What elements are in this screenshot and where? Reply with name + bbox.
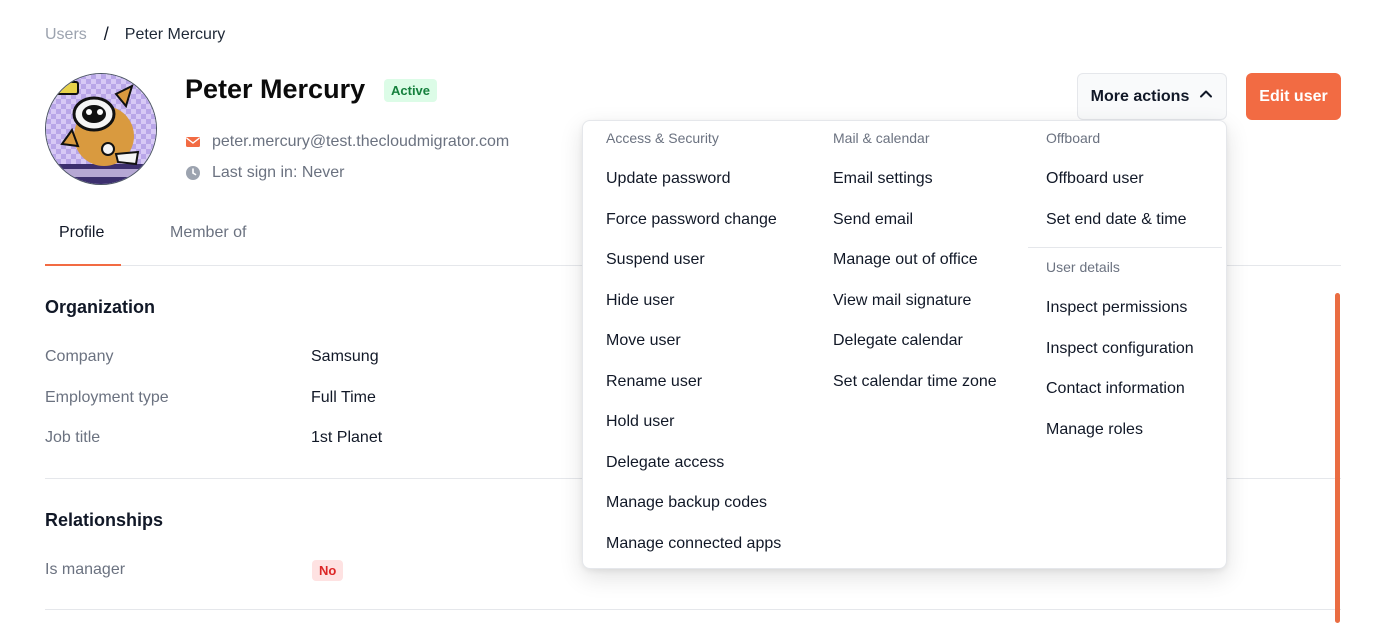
employment-type-value: Full Time	[311, 389, 376, 406]
job-title-label: Job title	[45, 429, 101, 446]
edit-user-button[interactable]: Edit user	[1246, 73, 1341, 120]
menu-item-suspend-user[interactable]: Suspend user	[606, 251, 705, 269]
email-text[interactable]: peter.mercury@test.thecloudmigrator.com	[212, 133, 509, 151]
menu-heading-mail-calendar: Mail & calendar	[833, 130, 930, 146]
menu-heading-offboard: Offboard	[1046, 130, 1101, 146]
is-manager-label: Is manager	[45, 561, 126, 578]
menu-item-manage-out-of-office[interactable]: Manage out of office	[833, 251, 978, 269]
menu-item-manage-connected-apps[interactable]: Manage connected apps	[606, 535, 781, 553]
menu-heading-access-security: Access & Security	[606, 130, 719, 146]
is-manager-badge: No	[312, 560, 344, 581]
more-actions-label: More actions	[1090, 87, 1190, 105]
job-title-value: 1st Planet	[311, 429, 383, 446]
company-value: Samsung	[311, 348, 379, 365]
menu-item-send-email[interactable]: Send email	[833, 211, 913, 229]
active-tab-indicator	[45, 264, 121, 266]
breadcrumb-users-link[interactable]: Users	[45, 26, 87, 44]
menu-item-set-end-date-time[interactable]: Set end date & time	[1046, 211, 1187, 229]
avatar	[45, 73, 157, 185]
status-badge: Active	[384, 79, 438, 102]
last-sign-in-text: Last sign in: Never	[212, 164, 345, 181]
menu-item-hold-user[interactable]: Hold user	[606, 413, 674, 431]
chevron-up-icon	[1199, 87, 1213, 106]
menu-item-manage-roles[interactable]: Manage roles	[1046, 421, 1143, 439]
menu-item-update-password[interactable]: Update password	[606, 170, 731, 188]
organization-heading: Organization	[45, 297, 156, 317]
menu-item-hide-user[interactable]: Hide user	[606, 292, 674, 310]
menu-item-manage-backup-codes[interactable]: Manage backup codes	[606, 494, 767, 512]
menu-item-contact-information[interactable]: Contact information	[1046, 380, 1185, 398]
menu-item-offboard-user[interactable]: Offboard user	[1046, 170, 1144, 188]
section-divider	[45, 609, 1341, 610]
tab-profile[interactable]: Profile	[59, 224, 104, 242]
user-name: Peter Mercury	[185, 74, 366, 104]
menu-item-inspect-permissions[interactable]: Inspect permissions	[1046, 299, 1187, 317]
breadcrumb-separator: /	[103, 24, 109, 44]
more-actions-menu: Access & Security Update password Force …	[582, 120, 1227, 569]
menu-item-delegate-access[interactable]: Delegate access	[606, 454, 724, 472]
more-actions-button[interactable]: More actions	[1077, 73, 1227, 120]
menu-item-move-user[interactable]: Move user	[606, 332, 681, 350]
scrollbar[interactable]	[1335, 293, 1340, 623]
menu-item-rename-user[interactable]: Rename user	[606, 373, 702, 391]
last-sign-in-row: Last sign in: Never	[185, 164, 345, 182]
clock-icon	[185, 165, 201, 181]
employment-type-label: Employment type	[45, 389, 169, 406]
mail-icon	[185, 134, 201, 150]
menu-heading-user-details: User details	[1046, 259, 1120, 275]
breadcrumb-current: Peter Mercury	[124, 25, 226, 43]
relationships-heading: Relationships	[45, 510, 164, 530]
menu-item-view-mail-signature[interactable]: View mail signature	[833, 292, 971, 310]
breadcrumb: Users / Peter Mercury	[45, 24, 225, 45]
menu-item-force-password-change[interactable]: Force password change	[606, 211, 777, 229]
menu-item-set-calendar-time-zone[interactable]: Set calendar time zone	[833, 373, 997, 391]
menu-divider	[1028, 247, 1222, 248]
company-label: Company	[45, 348, 114, 365]
menu-item-email-settings[interactable]: Email settings	[833, 170, 933, 188]
menu-item-inspect-configuration[interactable]: Inspect configuration	[1046, 340, 1194, 358]
tab-member-of[interactable]: Member of	[170, 224, 246, 242]
menu-item-delegate-calendar[interactable]: Delegate calendar	[833, 332, 963, 350]
email-row: peter.mercury@test.thecloudmigrator.com	[185, 133, 509, 151]
